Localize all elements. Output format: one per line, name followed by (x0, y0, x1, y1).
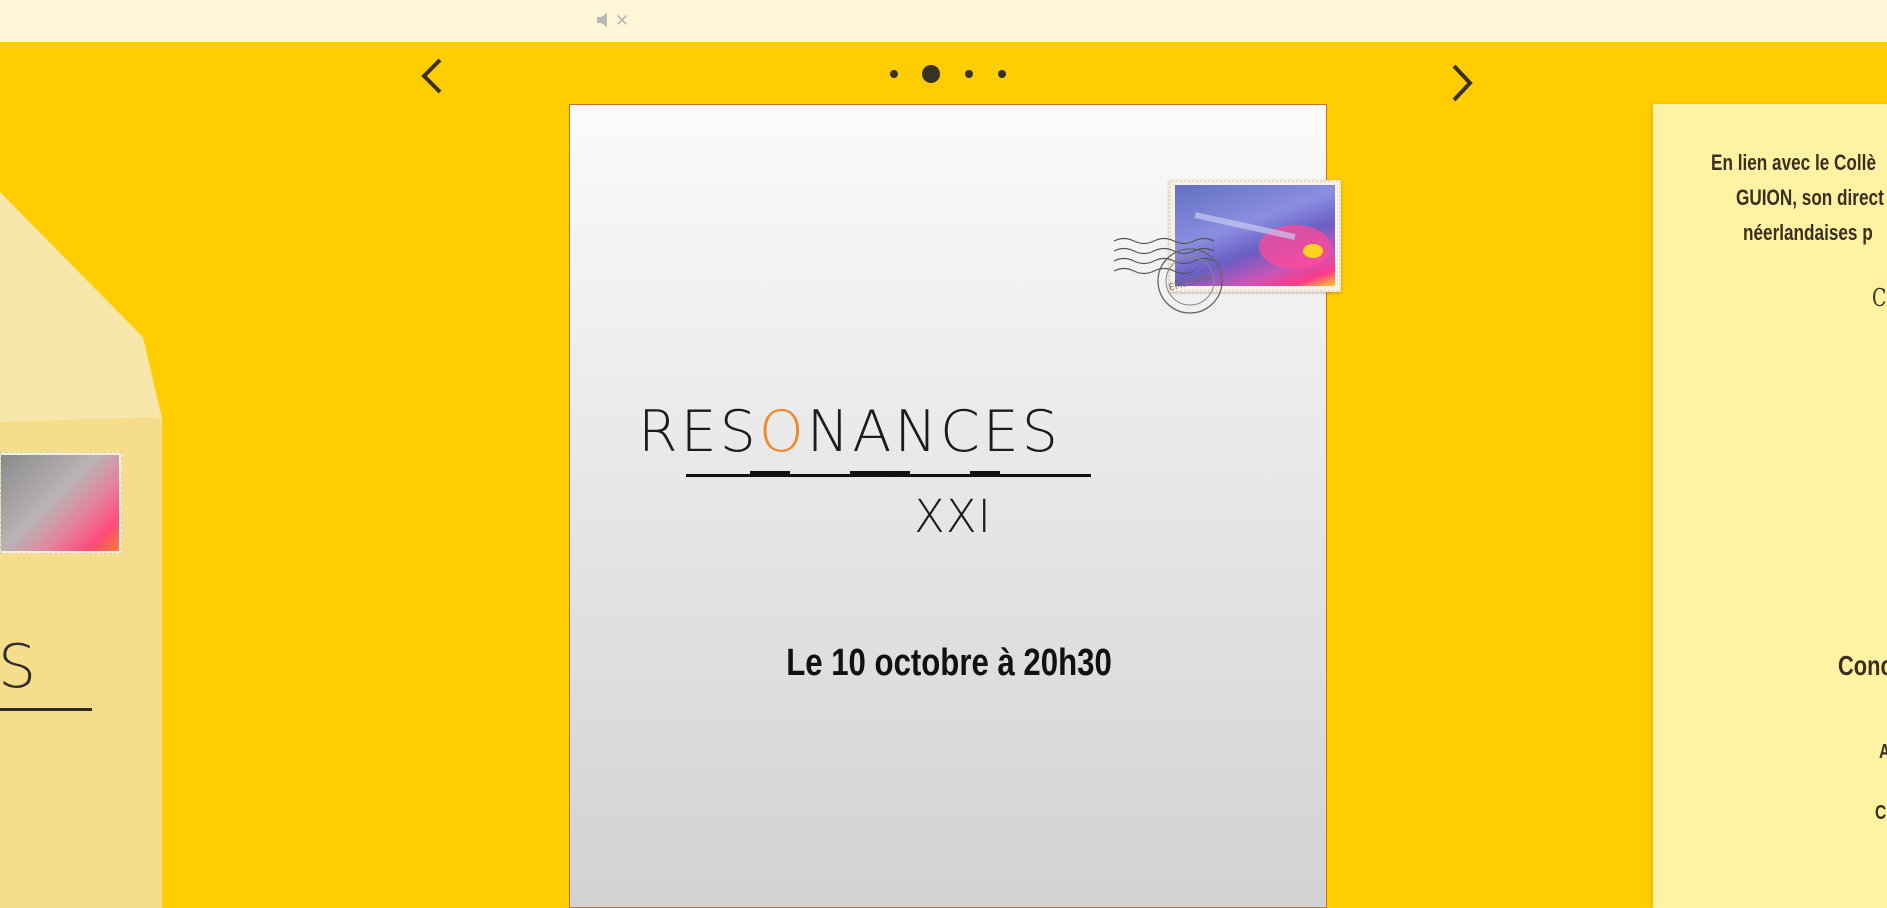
postage-stamp: ÉMÉOSTA (1110, 171, 1341, 326)
postmark-icon: ÉMÉOSTA (1113, 237, 1223, 314)
pagination-dots (882, 62, 1010, 86)
current-slide-card: ÉMÉOSTA RESONANCES XXI Le 10 octobre à 2… (569, 104, 1341, 908)
chevron-right-icon (1452, 64, 1473, 102)
right-card-line-7: Ci (1875, 802, 1887, 824)
violin-stamp-image (1, 455, 119, 551)
next-slide-card[interactable]: En lien avec le Collè GUION, son direct … (1653, 104, 1887, 908)
chevron-left-icon (421, 58, 442, 94)
pagination-dot-4[interactable] (998, 70, 1006, 78)
postmark-text: ÉMÉOSTA (1167, 271, 1212, 294)
title-subtitle: XXI (914, 490, 992, 543)
left-card-title: S (0, 632, 39, 702)
top-bar: ✕ (0, 0, 1887, 42)
title-underline-marks (750, 471, 1000, 474)
right-card-line-1: En lien avec le Collè (1711, 150, 1877, 175)
right-card-line-5: Conc (1838, 650, 1887, 681)
previous-arrow-button[interactable] (418, 56, 446, 96)
previous-slide-card[interactable]: S (0, 42, 165, 908)
title-accent-letter: O (758, 399, 807, 465)
right-card-line-6: A (1879, 741, 1887, 764)
left-card-underline (0, 708, 92, 711)
pagination-dot-2-active[interactable] (922, 65, 940, 83)
event-date: Le 10 octobre à 20h30 (786, 642, 1112, 684)
pagination-dot-3[interactable] (965, 70, 973, 78)
next-arrow-button[interactable] (1448, 62, 1476, 104)
right-card-line-4: C (1872, 284, 1887, 312)
mute-x-glyph: ✕ (615, 10, 630, 31)
right-card-line-2: GUION, son direct (1736, 185, 1884, 210)
left-stamp (0, 452, 122, 554)
page-title: RESONANCES (638, 399, 1061, 465)
pagination-dot-1[interactable] (890, 70, 898, 78)
title-prefix: RES (638, 399, 759, 465)
mute-button[interactable]: ✕ (596, 9, 629, 33)
right-card-line-3: néerlandaises p (1743, 220, 1873, 245)
title-suffix: NANCES (806, 399, 1061, 465)
speaker-mute-icon (596, 12, 612, 31)
